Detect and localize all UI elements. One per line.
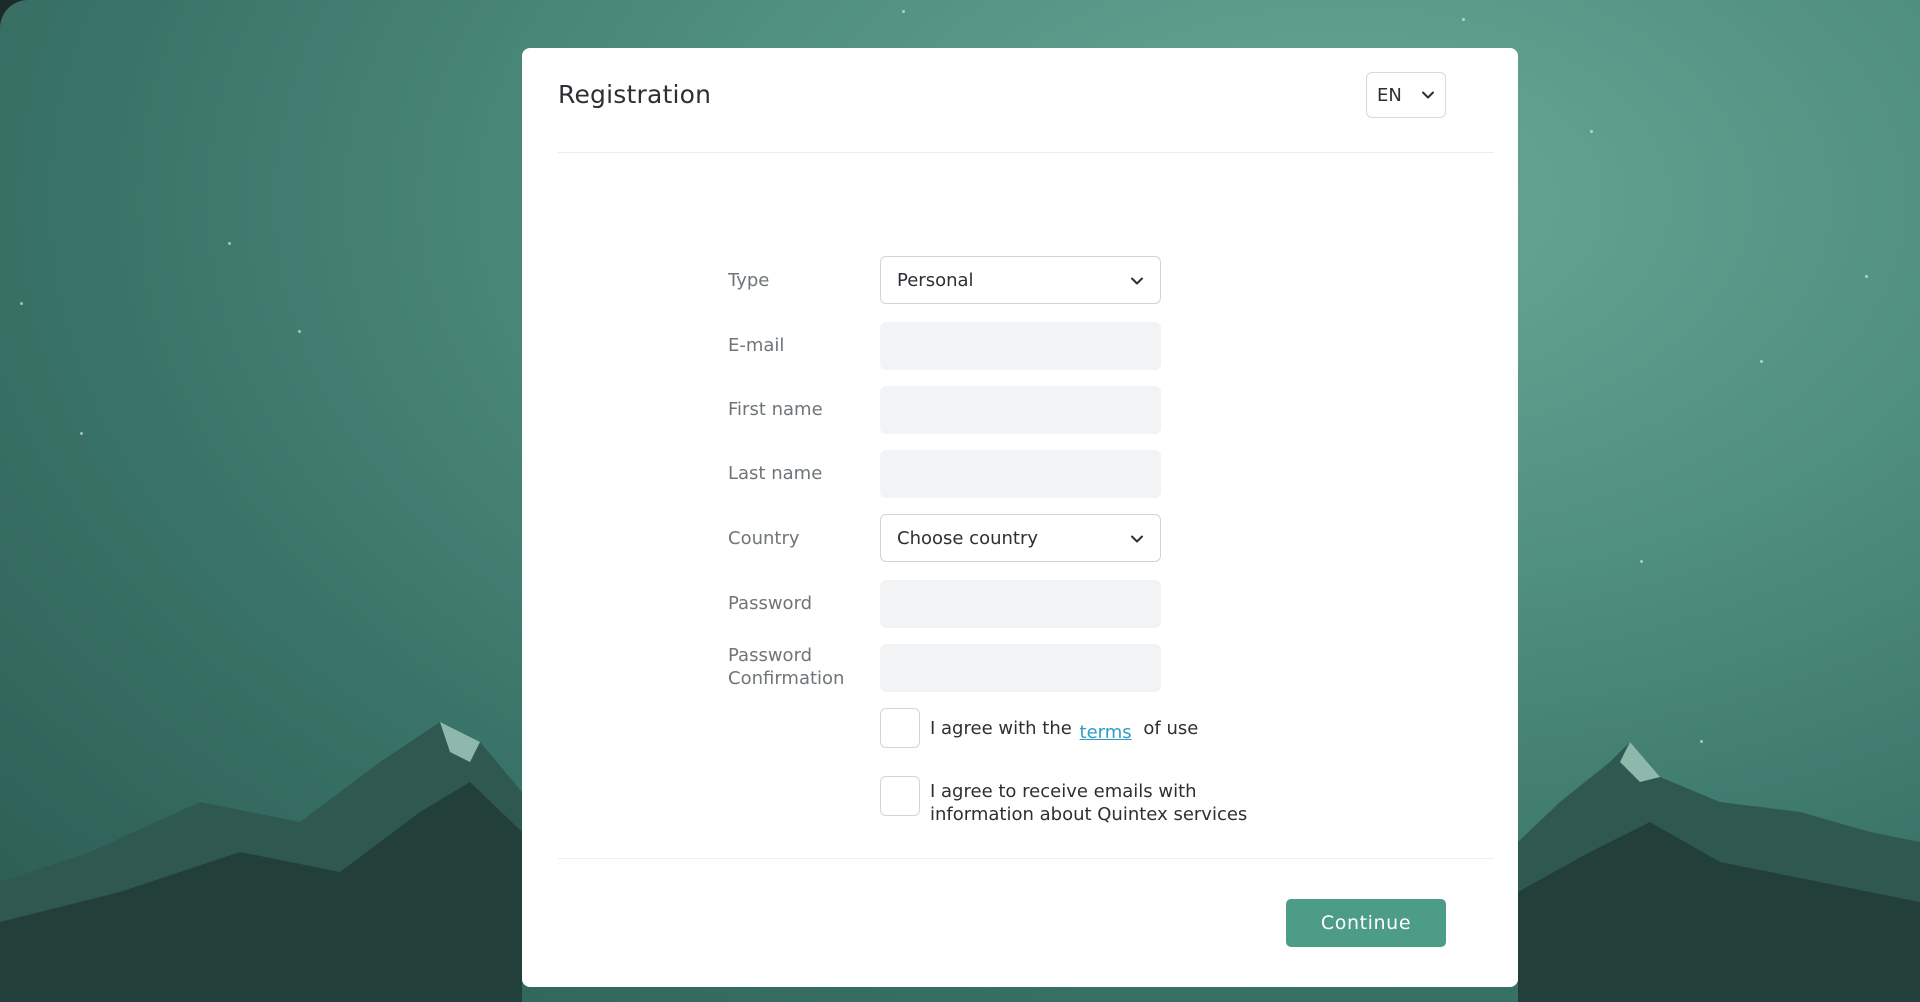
country-label: Country: [728, 528, 800, 549]
first-name-field[interactable]: [880, 386, 1161, 434]
language-select[interactable]: EN: [1366, 72, 1446, 118]
password-confirmation-field[interactable]: [880, 644, 1161, 692]
star: [20, 302, 23, 305]
terms-link[interactable]: terms: [1080, 722, 1132, 743]
type-row: Type Personal: [728, 256, 1328, 304]
last-name-label: Last name: [728, 463, 823, 484]
footer-divider: [558, 858, 1494, 859]
newsletter-row: I agree to receive emails with informati…: [880, 776, 1300, 828]
star: [1865, 275, 1868, 278]
type-label: Type: [728, 270, 770, 291]
last-name-field[interactable]: [880, 450, 1161, 498]
terms-text: I agree with the terms of use: [930, 717, 1290, 743]
password-label: Password: [728, 593, 813, 614]
type-select[interactable]: Personal: [880, 256, 1161, 304]
star: [80, 432, 83, 435]
dialog-title: Registration: [558, 80, 712, 109]
type-value: Personal: [897, 269, 974, 291]
terms-text-before: I agree with the: [930, 718, 1072, 739]
password-field[interactable]: [880, 580, 1161, 628]
registration-dialog: Registration EN Type Personal E-mail Fir…: [522, 48, 1518, 987]
newsletter-text-line1: I agree to receive emails with: [930, 781, 1197, 802]
star: [902, 10, 905, 13]
star: [228, 242, 231, 245]
star: [1590, 130, 1593, 133]
newsletter-checkbox[interactable]: [880, 776, 920, 816]
first-name-label: First name: [728, 399, 823, 420]
chevron-down-icon: [1131, 277, 1143, 285]
password-confirmation-label-line2: Confirmation: [728, 668, 845, 689]
first-name-row: First name: [728, 386, 1328, 434]
terms-row: I agree with the terms of use: [880, 708, 1300, 748]
chevron-down-icon: [1422, 91, 1434, 99]
password-confirmation-row: Password Confirmation: [728, 644, 1328, 692]
star: [1462, 18, 1465, 21]
email-field[interactable]: [880, 322, 1161, 370]
terms-checkbox[interactable]: [880, 708, 920, 748]
email-label: E-mail: [728, 335, 785, 356]
window-corner: [0, 0, 40, 40]
dialog-header: Registration EN: [558, 48, 1494, 153]
last-name-row: Last name: [728, 450, 1328, 498]
country-value: Choose country: [897, 527, 1039, 549]
star: [1760, 360, 1763, 363]
newsletter-text: I agree to receive emails with informati…: [930, 780, 1310, 826]
star: [298, 330, 301, 333]
country-row: Country Choose country: [728, 514, 1328, 562]
star: [1640, 560, 1643, 563]
continue-button[interactable]: Continue: [1286, 899, 1446, 947]
password-row: Password: [728, 580, 1328, 628]
terms-text-after: of use: [1143, 718, 1199, 739]
email-row: E-mail: [728, 322, 1328, 370]
chevron-down-icon: [1131, 535, 1143, 543]
password-confirmation-label: Password Confirmation: [728, 644, 878, 690]
language-value: EN: [1377, 84, 1402, 106]
country-select[interactable]: Choose country: [880, 514, 1161, 562]
newsletter-text-line2: information about Quintex services: [930, 804, 1248, 825]
password-confirmation-label-line1: Password: [728, 645, 813, 666]
